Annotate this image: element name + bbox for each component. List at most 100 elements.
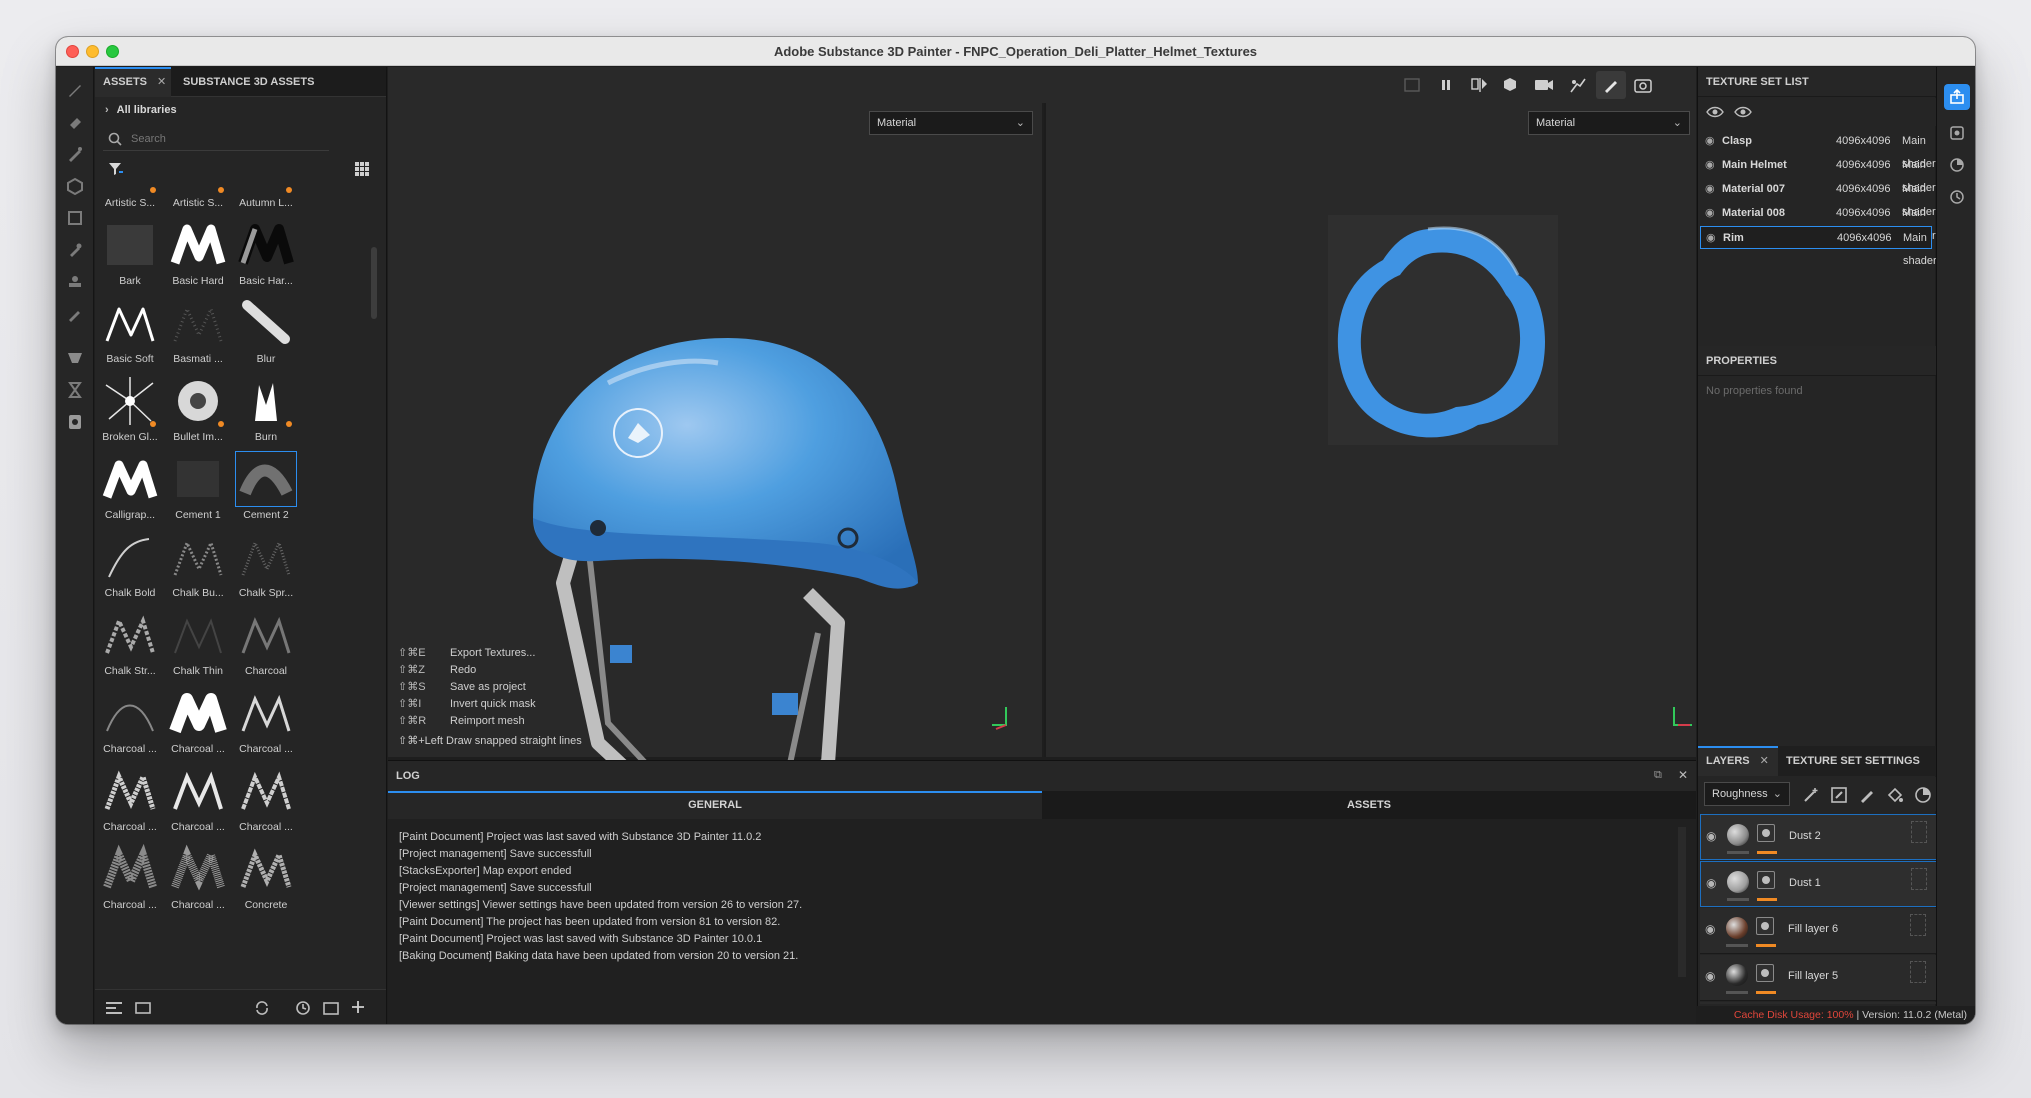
- add-mask-icon[interactable]: [1830, 786, 1848, 804]
- brush-item[interactable]: Basic Har...: [234, 217, 298, 291]
- brush-item[interactable]: Broken Gl...: [98, 373, 162, 447]
- brush-item[interactable]: Charcoal ...: [98, 763, 162, 837]
- add-fill-layer-icon[interactable]: [1886, 786, 1904, 804]
- brush-item[interactable]: Chalk Bu...: [166, 529, 230, 603]
- eye-icon[interactable]: ◉: [1706, 876, 1716, 890]
- folder-icon[interactable]: [323, 1000, 339, 1016]
- viewport-3d[interactable]: Material ⌄ ⇧⌘E Export Textures... ⇧⌘Z Re…: [388, 103, 1042, 773]
- display-settings-icon[interactable]: [1502, 76, 1524, 96]
- hourglass-tool-icon[interactable]: [66, 381, 84, 399]
- eye-icon[interactable]: [1734, 104, 1752, 120]
- asset-search-field[interactable]: Search: [103, 127, 329, 151]
- eraser-tool-icon[interactable]: [66, 113, 84, 131]
- eye-icon[interactable]: ◉: [1706, 227, 1716, 250]
- eye-icon[interactable]: ◉: [1705, 922, 1715, 936]
- brush-item[interactable]: Basic Hard: [166, 217, 230, 291]
- polygon-fill-tool-icon[interactable]: [66, 349, 84, 367]
- texture-set-shader[interactable]: Main shader: [1903, 227, 1937, 273]
- layer-mask-thumbnail[interactable]: [1757, 871, 1775, 889]
- texture-set-row[interactable]: ◉ Main Helmet 4096x4096 Main shader: [1700, 154, 1936, 194]
- grid-view-icon[interactable]: [354, 161, 370, 177]
- viewport-2d[interactable]: Material ⌄: [1044, 103, 1696, 757]
- brush-item[interactable]: Burn: [234, 373, 298, 447]
- brush-item[interactable]: Cement 2: [234, 451, 298, 525]
- layer-opacity-box[interactable]: [1911, 821, 1927, 843]
- brush-item[interactable]: Cement 1: [166, 451, 230, 525]
- layer-row[interactable]: ◉Fill layer 4 copy 1Norm⌄: [1700, 1002, 1975, 1004]
- eye-icon[interactable]: ◉: [1705, 130, 1715, 153]
- filter-icon[interactable]: [108, 161, 124, 177]
- brush-item[interactable]: Charcoal: [234, 607, 298, 681]
- undock-icon[interactable]: ⧉: [1654, 769, 1662, 782]
- close-icon[interactable]: ✕: [157, 76, 166, 88]
- tab-log-assets[interactable]: ASSETS: [1042, 791, 1696, 819]
- symmetry-icon[interactable]: [1470, 76, 1492, 96]
- camera-settings-icon[interactable]: [1534, 76, 1558, 96]
- layer-row[interactable]: ◉Dust 1Norm⌄51 ⌄: [1700, 861, 1975, 907]
- tab-layers[interactable]: LAYERS ✕: [1698, 746, 1778, 776]
- viewport-layout-icon[interactable]: [1404, 77, 1420, 93]
- brush-item[interactable]: Artistic S...: [166, 183, 230, 213]
- eye-settings-icon[interactable]: [1706, 104, 1724, 120]
- projection-tool-icon[interactable]: [66, 145, 84, 163]
- add-paint-layer-icon[interactable]: [1858, 786, 1876, 804]
- brush-item[interactable]: Blur: [234, 295, 298, 369]
- minimize-window-button[interactable]: [86, 45, 99, 58]
- new-library-icon[interactable]: [135, 1000, 153, 1016]
- tab-texture-set-settings[interactable]: TEXTURE SET SETTINGS: [1778, 746, 1928, 776]
- eye-icon[interactable]: ◉: [1705, 202, 1715, 225]
- tab-substance-3d-assets[interactable]: SUBSTANCE 3D ASSETS: [175, 67, 322, 97]
- display-panel-icon[interactable]: [1949, 125, 1965, 141]
- add-icon[interactable]: [351, 1000, 365, 1014]
- paint-brush-tool-icon[interactable]: [66, 81, 84, 99]
- viewport-3d-channel-select[interactable]: Material ⌄: [869, 111, 1033, 135]
- paint-mode-button[interactable]: [1596, 71, 1626, 99]
- export-button[interactable]: [1944, 84, 1970, 110]
- brush-item[interactable]: Charcoal ...: [234, 763, 298, 837]
- layer-mask-thumbnail[interactable]: [1756, 917, 1774, 935]
- brush-item[interactable]: Charcoal ...: [234, 685, 298, 759]
- brush-item[interactable]: Chalk Spr...: [234, 529, 298, 603]
- lighting-icon[interactable]: [1568, 76, 1588, 96]
- tab-assets[interactable]: ASSETS ✕: [95, 67, 171, 97]
- add-effect-icon[interactable]: [1802, 786, 1820, 804]
- brush-item[interactable]: Charcoal ...: [98, 685, 162, 759]
- close-window-button[interactable]: [66, 45, 79, 58]
- brush-item[interactable]: Chalk Thin: [166, 607, 230, 681]
- texture-set-row[interactable]: ◉ Rim 4096x4096 Main shader: [1700, 226, 1937, 267]
- brush-item[interactable]: Bark: [98, 217, 162, 291]
- layer-row[interactable]: ◉Fill layer 6Norm⌄33 ⌄: [1700, 908, 1975, 954]
- brush-item[interactable]: Basmati ...: [166, 295, 230, 369]
- texture-set-row[interactable]: ◉ Clasp 4096x4096 Main shader: [1700, 130, 1936, 170]
- brush-item[interactable]: Charcoal ...: [166, 841, 230, 915]
- layer-opacity-box[interactable]: [1911, 868, 1927, 890]
- stamp-tool-icon[interactable]: [66, 273, 84, 291]
- pause-icon[interactable]: [1438, 77, 1454, 93]
- layer-mask-thumbnail[interactable]: [1756, 964, 1774, 982]
- screenshot-camera-icon[interactable]: [1634, 76, 1654, 94]
- tab-general[interactable]: GENERAL: [388, 791, 1042, 819]
- eye-icon[interactable]: ◉: [1705, 969, 1715, 983]
- brush-item[interactable]: Artistic S...: [98, 183, 162, 213]
- geometry-fill-tool-icon[interactable]: [66, 177, 84, 196]
- layer-row[interactable]: ◉Dust 2Norm⌄51 ⌄: [1700, 814, 1975, 860]
- eye-icon[interactable]: ◉: [1706, 829, 1716, 843]
- brush-item[interactable]: Charcoal ...: [166, 763, 230, 837]
- brush-item[interactable]: Bullet Im...: [166, 373, 230, 447]
- color-picker-tool-icon[interactable]: [66, 305, 84, 323]
- library-breadcrumb[interactable]: › All libraries: [105, 104, 177, 116]
- brush-item[interactable]: Autumn L...: [234, 183, 298, 213]
- layer-channel-select[interactable]: Roughness ⌄: [1704, 782, 1790, 806]
- smudge-tool-icon[interactable]: [66, 209, 84, 227]
- brush-item[interactable]: Basic Soft: [98, 295, 162, 369]
- brush-item[interactable]: Charcoal ...: [98, 841, 162, 915]
- viewport-2d-channel-select[interactable]: Material ⌄: [1528, 111, 1690, 135]
- asset-scrollbar[interactable]: [371, 247, 377, 319]
- add-smart-material-icon[interactable]: [1914, 786, 1932, 804]
- measure-tool-icon[interactable]: [66, 413, 84, 431]
- brush-item[interactable]: Charcoal ...: [166, 685, 230, 759]
- eye-icon[interactable]: ◉: [1705, 154, 1715, 177]
- brush-item[interactable]: Concrete: [234, 841, 298, 915]
- log-scrollbar[interactable]: [1678, 827, 1686, 977]
- import-resources-icon[interactable]: [105, 1000, 123, 1016]
